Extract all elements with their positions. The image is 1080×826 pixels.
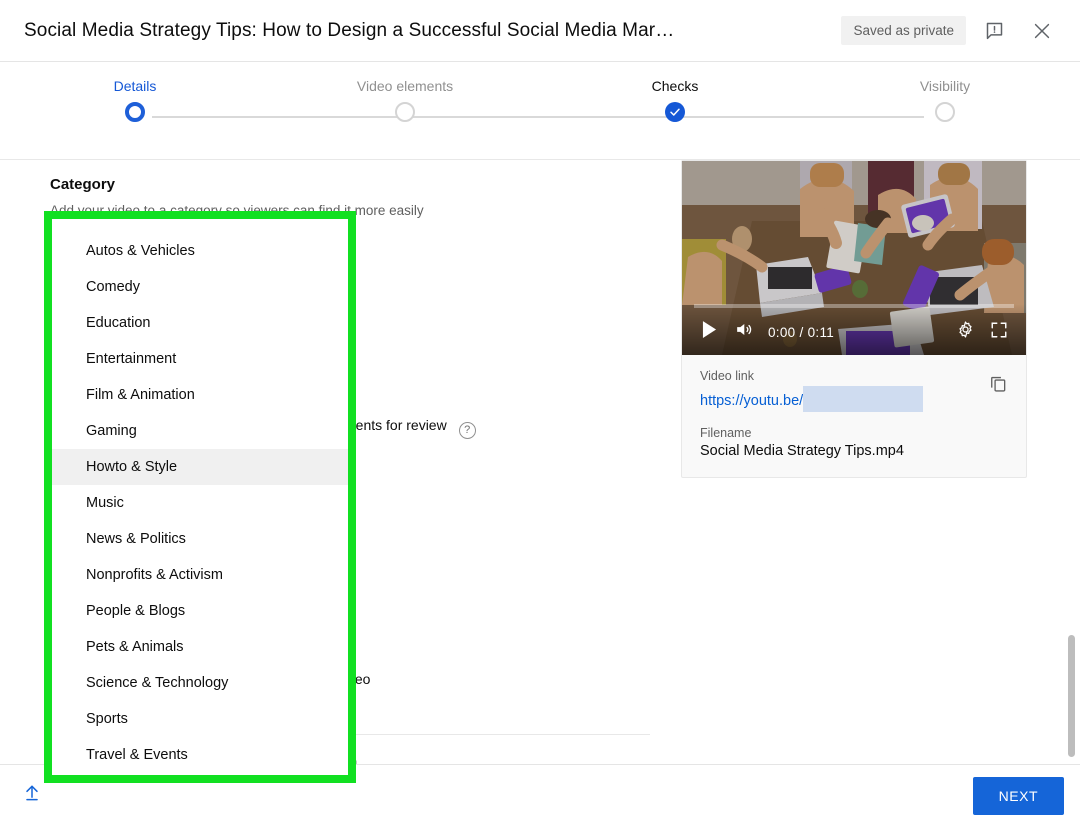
video-preview-panel: 0:00 / 0:11 Video link https://youtu.be/… — [681, 160, 1027, 478]
status-badge: Saved as private — [841, 16, 966, 45]
step-checks[interactable]: Checks — [540, 78, 810, 94]
player-controls: 0:00 / 0:11 — [682, 304, 1026, 355]
obscured-review-fragment: ments for review — [344, 417, 447, 433]
redacted-video-id — [803, 386, 924, 412]
step-dot-col-video-elements — [270, 102, 540, 122]
time-display: 0:00 / 0:11 — [768, 324, 835, 340]
upload-icon — [22, 783, 42, 808]
page-title: Social Media Strategy Tips: How to Desig… — [24, 19, 675, 41]
step-dot-visibility[interactable] — [935, 102, 955, 122]
dropdown-option[interactable]: Pets & Animals — [52, 629, 348, 665]
feedback-button[interactable] — [974, 11, 1014, 51]
fullscreen-button[interactable] — [982, 317, 1016, 347]
gear-icon — [956, 320, 975, 344]
dropdown-option[interactable]: Autos & Vehicles — [52, 233, 348, 269]
play-button[interactable] — [692, 317, 726, 347]
step-dot-col-visibility — [810, 102, 1080, 122]
category-heading: Category — [50, 176, 116, 193]
step-dot-details[interactable] — [125, 102, 145, 122]
copy-link-button[interactable] — [982, 369, 1014, 401]
dropdown-option[interactable]: Comedy — [52, 269, 348, 305]
step-video-elements[interactable]: Video elements — [270, 78, 540, 94]
control-row: 0:00 / 0:11 — [692, 315, 1016, 349]
video-link-value[interactable]: https://youtu.be/ — [700, 393, 803, 409]
video-thumbnail[interactable]: 0:00 / 0:11 — [682, 161, 1026, 355]
dropdown-option[interactable]: News & Politics — [52, 521, 348, 557]
content-scrollbar[interactable] — [1068, 635, 1075, 757]
step-dot-row — [0, 102, 1080, 122]
progress-bar[interactable] — [694, 304, 1014, 308]
step-dot-video-elements[interactable] — [395, 102, 415, 122]
dropdown-option[interactable]: Nonprofits & Activism — [52, 557, 348, 593]
settings-button[interactable] — [948, 317, 982, 347]
step-label-row: Details Video elements Checks Visibility — [0, 78, 1080, 94]
step-details[interactable]: Details — [0, 78, 270, 94]
dialog-header: Social Media Strategy Tips: How to Desig… — [0, 0, 1080, 62]
video-link-row: https://youtu.be/ — [700, 386, 1010, 412]
volume-icon — [734, 320, 753, 344]
dialog-body: Category Add your video to a category so… — [0, 160, 1080, 823]
dropdown-option[interactable]: People & Blogs — [52, 593, 348, 629]
close-icon — [1031, 20, 1053, 42]
filename-value: Social Media Strategy Tips.mp4 — [700, 443, 904, 459]
video-link-label: Video link — [700, 369, 754, 383]
play-icon — [702, 321, 717, 343]
dropdown-option[interactable]: Science & Technology — [52, 665, 348, 701]
dropdown-option[interactable]: Education — [52, 305, 348, 341]
category-dropdown-highlight: Autos & Vehicles Comedy Education Entert… — [44, 211, 356, 783]
meta-gap — [700, 412, 1010, 426]
filename-label: Filename — [700, 426, 752, 440]
category-dropdown[interactable]: Autos & Vehicles Comedy Education Entert… — [52, 219, 348, 775]
next-button[interactable]: NEXT — [972, 776, 1064, 815]
fullscreen-icon — [990, 321, 1008, 344]
dropdown-option[interactable]: Travel & Events — [52, 737, 348, 773]
copy-icon — [988, 373, 1008, 398]
close-button[interactable] — [1022, 11, 1062, 51]
dropdown-option[interactable]: Film & Animation — [52, 377, 348, 413]
step-dot-col-details — [0, 102, 270, 122]
step-dot-checks[interactable] — [665, 102, 685, 122]
dropdown-option[interactable]: Sports — [52, 701, 348, 737]
video-meta: Video link https://youtu.be/ Filename So… — [682, 355, 1026, 477]
help-icon[interactable]: ? — [458, 421, 476, 439]
obscured-review-row: ments for review? — [344, 417, 476, 439]
dropdown-option[interactable]: Gaming — [52, 413, 348, 449]
step-visibility[interactable]: Visibility — [810, 78, 1080, 94]
upload-dialog: Social Media Strategy Tips: How to Desig… — [0, 0, 1080, 826]
dropdown-option-selected[interactable]: Howto & Style — [52, 449, 348, 485]
volume-button[interactable] — [726, 317, 760, 347]
check-icon — [669, 106, 681, 118]
upload-stepper: Details Video elements Checks Visibility — [0, 62, 1080, 160]
feedback-icon — [984, 20, 1005, 41]
dropdown-option[interactable]: Entertainment — [52, 341, 348, 377]
dropdown-option[interactable]: Music — [52, 485, 348, 521]
step-dot-col-checks — [540, 102, 810, 122]
section-divider — [344, 734, 650, 735]
